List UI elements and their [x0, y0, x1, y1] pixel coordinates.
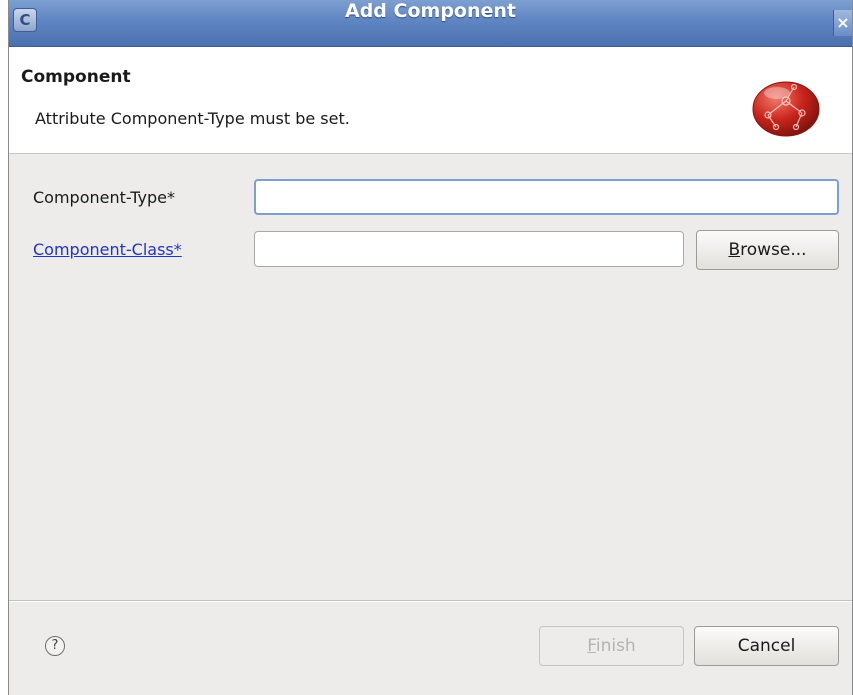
window-title: Add Component — [345, 0, 516, 22]
finish-button-mnemonic: F — [587, 636, 596, 656]
wizard-banner: Component Attribute Component-Type must … — [9, 47, 852, 154]
component-class-link[interactable]: Component-Class* — [33, 240, 182, 259]
component-type-input[interactable] — [254, 179, 839, 215]
component-type-label: Component-Type* — [33, 188, 175, 207]
close-button[interactable]: × — [833, 10, 852, 36]
help-icon[interactable]: ? — [45, 636, 65, 656]
banner-title: Component — [21, 67, 131, 87]
footer-separator — [9, 600, 852, 602]
finish-button[interactable]: Finish — [539, 626, 684, 666]
add-component-dialog: C Add Component × Component Attribute Co… — [8, 0, 853, 695]
browse-button-label: rowse... — [740, 240, 807, 260]
banner-message: Attribute Component-Type must be set. — [35, 109, 350, 128]
cancel-button[interactable]: Cancel — [694, 626, 839, 666]
browse-button-mnemonic: B — [728, 240, 741, 260]
title-bar[interactable]: C Add Component × — [9, 0, 852, 47]
browse-button[interactable]: Browse... — [696, 230, 839, 270]
red-component-sphere-icon — [752, 81, 820, 137]
finish-button-label: inish — [595, 636, 636, 656]
component-class-input[interactable] — [254, 231, 684, 267]
